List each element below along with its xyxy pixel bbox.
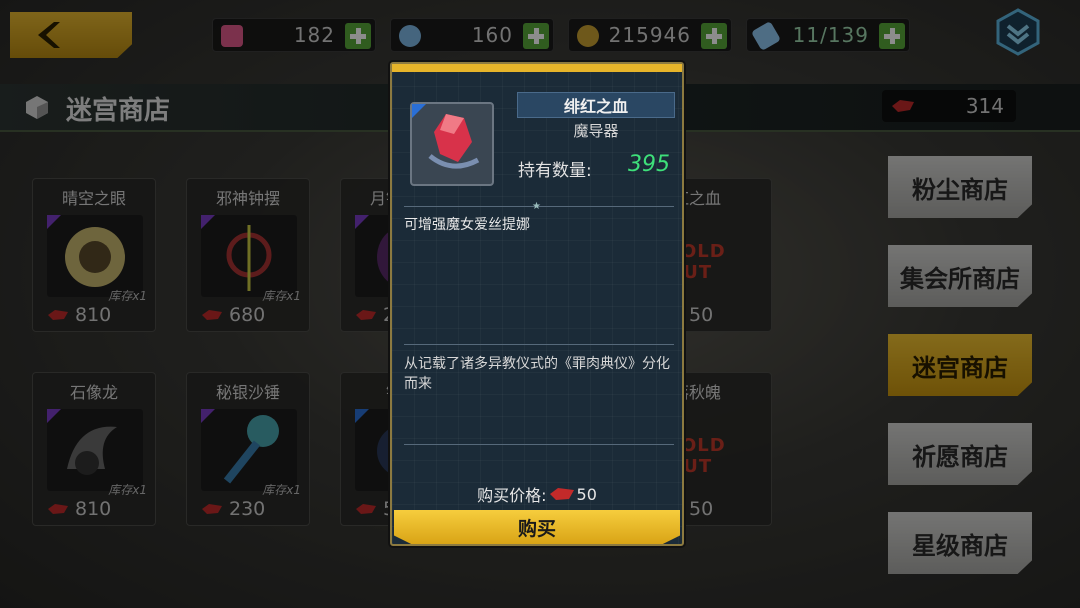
cloud-gem-icon — [399, 25, 421, 47]
menu-chevron-icon[interactable] — [994, 8, 1042, 56]
currency-value: 314 — [965, 94, 1004, 118]
stock-label: 库存x1 — [262, 483, 301, 497]
item-icon-frame — [410, 102, 494, 186]
divider — [404, 444, 674, 445]
item-image — [47, 409, 143, 491]
divider — [404, 344, 674, 345]
gold-counter: 215946 — [568, 18, 732, 52]
item-price: 230 — [201, 497, 301, 521]
red-emblem-icon — [892, 100, 914, 112]
red-emblem-icon — [549, 488, 574, 500]
ticket-value: 11/139 — [792, 23, 869, 47]
owned-value: 395 — [628, 152, 670, 177]
add-ticket-button[interactable] — [879, 23, 905, 49]
stamina-icon — [221, 25, 243, 47]
labyrinth-currency: 314 — [882, 90, 1016, 122]
item-name: 晴空之眼 — [61, 189, 126, 208]
back-button[interactable] — [10, 12, 132, 58]
shop-item-card[interactable]: 邪神钟摆 库存x1 680 — [186, 178, 310, 332]
owned-label: 持有数量: — [518, 161, 592, 181]
stock-label: 库存x1 — [108, 289, 147, 303]
back-arrow-icon — [38, 22, 60, 48]
stock-label: 库存x1 — [262, 289, 301, 303]
purchase-price: 购买价格: 50 — [392, 482, 682, 506]
price-value: 50 — [576, 484, 597, 504]
item-name: 邪神钟摆 — [215, 189, 280, 208]
item-description: 从记载了诸多异教仪式的《罪肉典仪》分化而来 — [404, 356, 670, 392]
add-gold-button[interactable] — [701, 23, 727, 49]
stamina-value: 182 — [293, 23, 335, 47]
item-type: 魔导器 — [573, 122, 619, 140]
red-emblem-icon — [202, 504, 222, 514]
tab-labyrinth-shop[interactable]: 迷宫商店 — [888, 334, 1032, 396]
item-effect: 可增强魔女爱丝提娜 — [404, 217, 530, 233]
purchase-dialog: 绯红之血 魔导器 持有数量: 395 ★ 可增强魔女爱丝提娜 从记载了诸多异教仪… — [390, 62, 684, 546]
gem-counter: 160 — [390, 18, 554, 52]
red-emblem-icon — [48, 504, 68, 514]
price-label: 购买价格: — [477, 486, 547, 505]
item-name: 秘银沙锤 — [215, 383, 280, 402]
cube-icon — [26, 96, 48, 119]
tab-dust-shop[interactable]: 粉尘商店 — [888, 156, 1032, 218]
item-price: 810 — [47, 497, 147, 521]
add-gem-button[interactable] — [523, 23, 549, 49]
crimson-crystal-icon — [428, 114, 480, 169]
red-emblem-icon — [202, 310, 222, 320]
shop-item-card[interactable]: 晴空之眼 库存x1 810 — [32, 178, 156, 332]
item-image — [201, 215, 297, 297]
gold-coin-icon — [577, 25, 599, 47]
red-emblem-icon — [356, 504, 376, 514]
red-emblem-icon — [356, 310, 376, 320]
page-title: 迷宫商店 — [66, 96, 171, 126]
item-price: 50 — [689, 304, 714, 326]
gold-value: 215946 — [608, 23, 691, 47]
gem-value: 160 — [471, 23, 513, 47]
tab-star-shop[interactable]: 星级商店 — [888, 512, 1032, 574]
item-price: 50 — [689, 498, 714, 520]
stamina-counter: 182 — [212, 18, 376, 52]
ticket-counter: 11/139 — [746, 18, 910, 52]
item-name: 石像龙 — [69, 383, 118, 402]
shop-item-card[interactable]: 秘银沙锤 库存x1 230 — [186, 372, 310, 526]
red-emblem-icon — [48, 310, 68, 320]
tab-guild-shop[interactable]: 集会所商店 — [888, 245, 1032, 307]
shop-item-card[interactable]: 石像龙 库存x1 810 — [32, 372, 156, 526]
item-name: 绯红之血 — [517, 92, 675, 118]
ticket-icon — [750, 20, 782, 52]
stock-label: 库存x1 — [108, 483, 147, 497]
item-image — [201, 409, 297, 491]
star-ornament: ★ — [532, 201, 541, 212]
buy-button[interactable]: 购买 — [394, 510, 680, 544]
item-image — [47, 215, 143, 297]
item-price: 810 — [47, 303, 147, 327]
item-price: 680 — [201, 303, 301, 327]
add-stamina-button[interactable] — [345, 23, 371, 49]
tab-wish-shop[interactable]: 祈愿商店 — [888, 423, 1032, 485]
dialog-top-bar — [392, 64, 682, 72]
